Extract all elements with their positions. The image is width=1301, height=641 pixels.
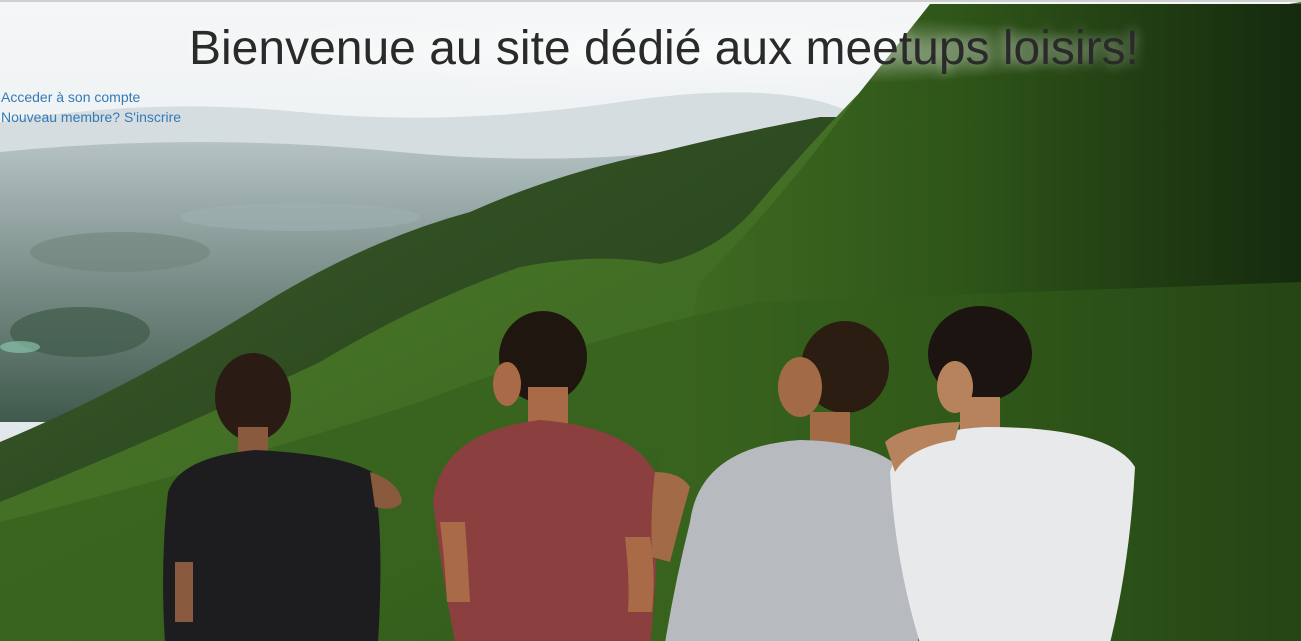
- hero-background-image: [0, 2, 1301, 641]
- signup-link[interactable]: Nouveau membre? S'inscrire: [1, 107, 181, 127]
- auth-links: Acceder à son compte Nouveau membre? S'i…: [1, 87, 181, 127]
- login-link[interactable]: Acceder à son compte: [1, 87, 181, 107]
- page-title: Bienvenue au site dédié aux meetups lois…: [189, 22, 1139, 75]
- page: Bienvenue au site dédié aux meetups lois…: [0, 0, 1301, 641]
